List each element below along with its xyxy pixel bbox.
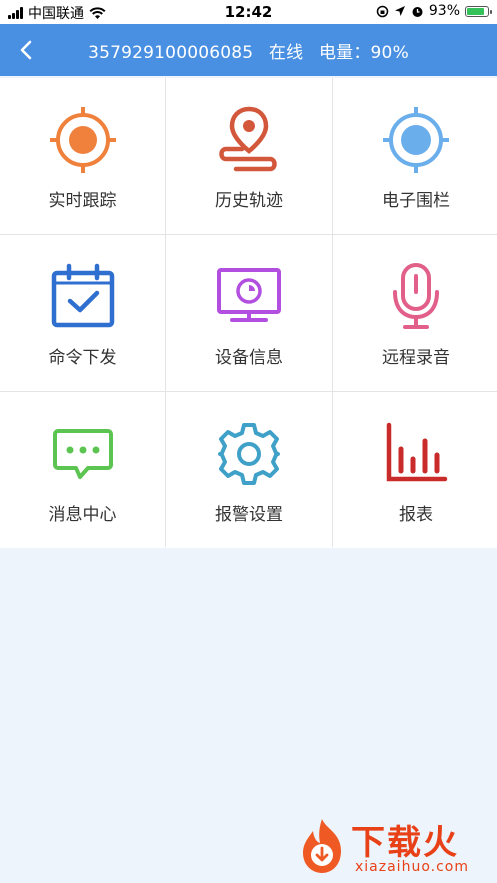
menu-label: 远程录音 (382, 348, 450, 368)
target-icon (48, 105, 118, 175)
menu-geofence[interactable]: 电子围栏 (333, 78, 497, 234)
menu-send-command[interactable]: 命令下发 (0, 235, 165, 391)
menu-realtime-tracking[interactable]: 实时跟踪 (0, 78, 165, 234)
menu-message-center[interactable]: 消息中心 (0, 392, 165, 548)
menu-label: 历史轨迹 (215, 191, 283, 211)
menu-label: 报表 (399, 505, 433, 525)
battery-level: 电量：90% (318, 43, 409, 63)
menu-label: 设备信息 (215, 348, 283, 368)
status-right: 93% (376, 3, 492, 19)
orientation-lock-icon (376, 5, 389, 17)
alarm-icon (412, 6, 423, 17)
menu-device-info[interactable]: 设备信息 (166, 235, 332, 391)
fence-target-icon (381, 105, 451, 175)
nav-title: 357929100006085 在线 电量：90% (0, 38, 497, 63)
menu-label: 报警设置 (215, 505, 283, 525)
battery-icon (465, 5, 492, 17)
menu-remote-recording[interactable]: 远程录音 (333, 235, 497, 391)
status-bar: 中国联通 12:42 93% (0, 0, 497, 24)
location-arrow-icon (394, 6, 405, 16)
bar-chart-icon (381, 419, 451, 489)
menu-history-track[interactable]: 历史轨迹 (166, 78, 332, 234)
menu-label: 电子围栏 (382, 191, 450, 211)
calendar-check-icon (48, 262, 118, 332)
menu-label: 命令下发 (48, 348, 117, 368)
flame-download-icon (303, 819, 341, 873)
chat-bubble-icon (48, 419, 118, 489)
online-status: 在线 (268, 43, 304, 63)
route-pin-icon (214, 105, 284, 175)
watermark-logo: 下载火 xiazaihuo.com (293, 815, 493, 877)
menu-label: 实时跟踪 (48, 191, 117, 211)
watermark-subtitle: xiazaihuo.com (355, 859, 469, 875)
device-id: 357929100006085 (88, 43, 254, 63)
nav-bar: 357929100006085 在线 电量：90% (0, 24, 497, 76)
menu-reports[interactable]: 报表 (333, 392, 497, 548)
battery-percent: 93% (428, 3, 460, 19)
gear-icon (214, 419, 284, 489)
menu-alarm-settings[interactable]: 报警设置 (166, 392, 332, 548)
microphone-icon (381, 262, 451, 332)
menu-label: 消息中心 (48, 505, 117, 525)
function-grid: 实时跟踪 历史轨迹 电子围栏 命令下发 设备信息 远程录音 消息中心 报警设置 … (0, 78, 497, 548)
monitor-icon (214, 262, 284, 332)
watermark-title: 下载火 (351, 823, 459, 863)
